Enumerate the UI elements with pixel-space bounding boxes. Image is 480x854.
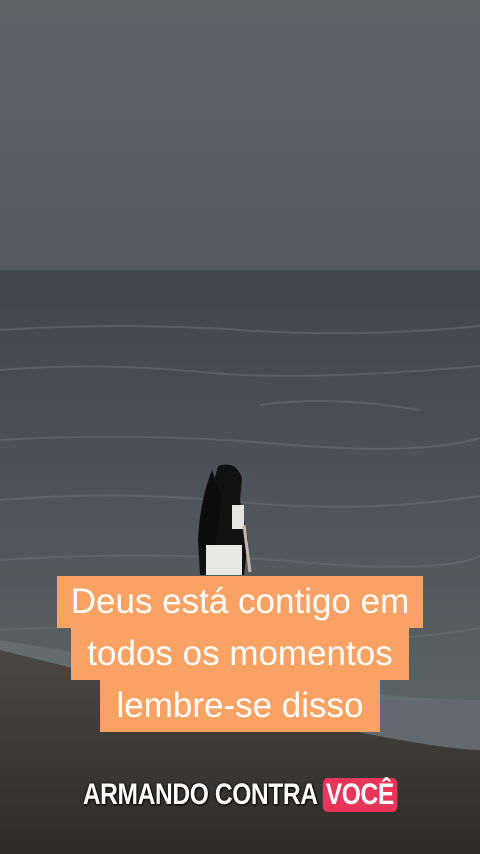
caption-line-1: Deus está contigo em	[56, 576, 424, 628]
watermark-text: ARMANDO CONTRA	[82, 778, 318, 811]
watermark: ARMANDO CONTRA VOCÊ	[43, 778, 437, 812]
photo-scene: Deus está contigo em todos os momentos l…	[0, 0, 480, 854]
caption-line-2: todos os momentos	[71, 628, 409, 680]
caption-line-3: lembre-se disso	[100, 680, 380, 732]
watermark-highlight: VOCÊ	[322, 778, 398, 812]
caption-block: Deus está contigo em todos os momentos l…	[0, 576, 480, 732]
sky	[0, 0, 480, 283]
